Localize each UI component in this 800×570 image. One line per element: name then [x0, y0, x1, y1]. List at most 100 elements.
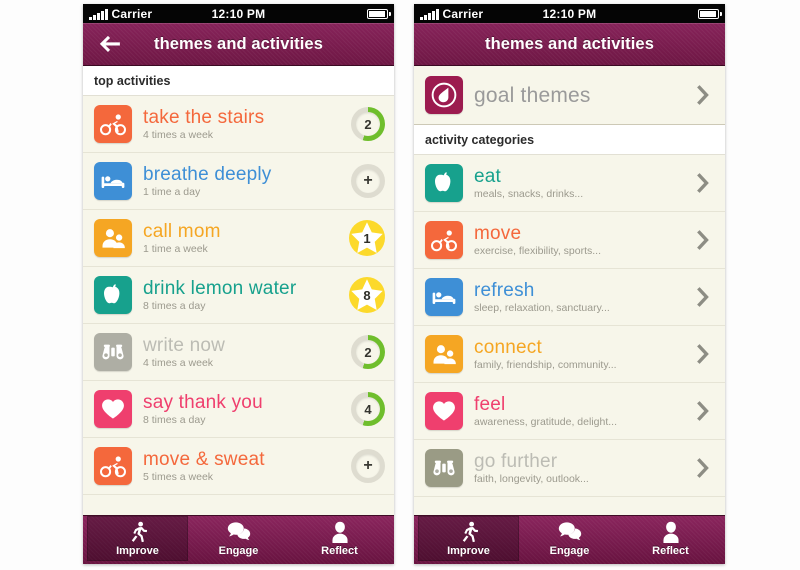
runner-icon — [126, 518, 150, 544]
list-item-subtitle: 5 times a week — [143, 470, 214, 483]
goal-themes-body: goal themes — [474, 85, 688, 106]
person-icon — [660, 518, 682, 544]
list-item-subtitle: faith, longevity, outlook... — [474, 472, 589, 485]
goal-themes-row[interactable]: goal themes — [414, 66, 725, 125]
list-item-title: eat — [474, 165, 502, 187]
badge-value: + — [356, 169, 380, 193]
activity-list[interactable]: eat meals, snacks, drinks... move exerci… — [414, 155, 725, 515]
tab-improve[interactable]: Improve — [418, 516, 519, 561]
progress-ring-badge[interactable]: 4 — [351, 392, 385, 426]
list-item-accessory: 4 — [351, 392, 385, 426]
activity-list[interactable]: take the stairs 4 times a week 2 breathe… — [83, 96, 394, 515]
people-icon — [425, 335, 463, 373]
list-item[interactable]: say thank you 8 times a day 4 — [83, 381, 394, 438]
list-item-body: write now 4 times a week — [143, 335, 345, 370]
chevron-right-icon[interactable] — [694, 227, 712, 253]
binoculars-icon — [94, 333, 132, 371]
list-item[interactable]: take the stairs 4 times a week 2 — [83, 96, 394, 153]
status-right — [367, 8, 391, 19]
chevron-right-icon[interactable] — [694, 341, 712, 367]
status-bar: Carrier 12:10 PM — [83, 4, 394, 23]
list-item-subtitle: 1 time a week — [143, 242, 208, 255]
list-item-accessory — [694, 455, 716, 481]
carrier-label: Carrier — [111, 6, 153, 21]
list-item[interactable]: write now 4 times a week 2 — [83, 324, 394, 381]
star-badge[interactable]: 8 — [349, 277, 385, 313]
tab-improve[interactable]: Improve — [87, 516, 188, 561]
bed-icon — [425, 278, 463, 316]
runner-icon — [457, 518, 481, 544]
nav-bar: themes and activities — [414, 23, 725, 66]
list-item-title: connect — [474, 336, 542, 358]
section-header: activity categories — [414, 125, 725, 155]
page-title: themes and activities — [484, 34, 654, 53]
list-item[interactable]: move exercise, flexibility, sports... — [414, 212, 725, 269]
chevron-right-icon[interactable] — [694, 82, 712, 108]
carrier-label: Carrier — [442, 6, 484, 21]
tab-label: Reflect — [652, 545, 689, 557]
tab-engage[interactable]: Engage — [519, 516, 620, 561]
tab-engage[interactable]: Engage — [188, 516, 289, 561]
badge-value: 2 — [356, 340, 380, 364]
list-item-body: eat meals, snacks, drinks... — [474, 166, 688, 201]
phone-mockup-top-activities: Carrier 12:10 PM themes and activities to… — [83, 4, 394, 564]
list-item-accessory: 8 — [349, 277, 385, 313]
tab-reflect[interactable]: Reflect — [289, 516, 390, 561]
signal-bars-icon — [89, 8, 108, 20]
list-item-body: move & sweat 5 times a week — [143, 449, 345, 484]
status-left: Carrier — [89, 8, 152, 20]
progress-ring-badge[interactable]: 2 — [351, 107, 385, 141]
person-icon — [329, 518, 351, 544]
chevron-right-icon[interactable] — [694, 284, 712, 310]
list-item-accessory — [694, 227, 716, 253]
list-item-accessory: + — [351, 449, 385, 483]
people-icon — [94, 219, 132, 257]
tab-reflect[interactable]: Reflect — [620, 516, 721, 561]
list-item-subtitle: awareness, gratitude, delight... — [474, 415, 618, 428]
tab-label: Improve — [116, 545, 159, 557]
list-item[interactable]: go further faith, longevity, outlook... — [414, 440, 725, 497]
list-item[interactable]: connect family, friendship, community... — [414, 326, 725, 383]
list-item-accessory: 1 — [349, 220, 385, 256]
chevron-right-icon[interactable] — [694, 398, 712, 424]
screenshot-stage: Carrier 12:10 PM themes and activities to… — [0, 0, 800, 570]
list-item-accessory: 2 — [351, 107, 385, 141]
droplet-icon — [425, 76, 463, 114]
bed-icon — [94, 162, 132, 200]
chevron-right-icon[interactable] — [694, 455, 712, 481]
nav-bar: themes and activities — [83, 23, 394, 66]
back-button[interactable] — [97, 33, 123, 55]
list-item-accessory — [694, 398, 716, 424]
badge-value: 2 — [356, 112, 380, 136]
add-activity-badge[interactable]: + — [351, 449, 385, 483]
list-item-body: go further faith, longevity, outlook... — [474, 451, 688, 486]
chevron-right-icon[interactable] — [694, 170, 712, 196]
list-item-subtitle: 8 times a day — [143, 299, 206, 312]
list-item-title: move — [474, 222, 522, 244]
list-item-subtitle: 4 times a week — [143, 128, 214, 141]
tab-label: Improve — [447, 545, 490, 557]
cyclist-icon — [425, 221, 463, 259]
progress-ring-badge[interactable]: 2 — [351, 335, 385, 369]
list-item[interactable]: refresh sleep, relaxation, sanctuary... — [414, 269, 725, 326]
add-activity-badge[interactable]: + — [351, 164, 385, 198]
binoculars-icon — [425, 449, 463, 487]
goal-themes-title: goal themes — [474, 83, 591, 107]
list-item[interactable]: eat meals, snacks, drinks... — [414, 155, 725, 212]
list-item-body: move exercise, flexibility, sports... — [474, 223, 688, 258]
list-item-accessory: + — [351, 164, 385, 198]
speech-bubbles-icon — [226, 518, 252, 544]
list-item-accessory — [694, 170, 716, 196]
signal-bars-icon — [420, 8, 439, 20]
list-item[interactable]: move & sweat 5 times a week + — [83, 438, 394, 495]
star-badge[interactable]: 1 — [349, 220, 385, 256]
list-item-body: breathe deeply 1 time a day — [143, 164, 345, 199]
list-item-title: call mom — [143, 220, 221, 242]
list-item[interactable]: call mom 1 time a week 1 — [83, 210, 394, 267]
list-item-subtitle: sleep, relaxation, sanctuary... — [474, 301, 610, 314]
list-item[interactable]: feel awareness, gratitude, delight... — [414, 383, 725, 440]
list-item[interactable]: breathe deeply 1 time a day + — [83, 153, 394, 210]
list-item-accessory — [694, 341, 716, 367]
list-item[interactable]: drink lemon water 8 times a day 8 — [83, 267, 394, 324]
list-item-subtitle: meals, snacks, drinks... — [474, 187, 584, 200]
